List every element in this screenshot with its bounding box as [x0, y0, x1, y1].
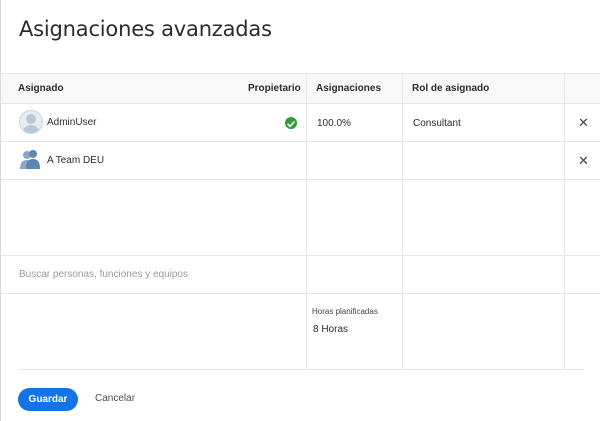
remove-assignee-close-icon[interactable]: ✕ — [578, 154, 589, 167]
column-header-allocations[interactable]: Asignaciones — [316, 83, 381, 94]
column-header-role[interactable]: Rol de asignado — [412, 83, 489, 94]
owner-check-icon — [285, 117, 297, 129]
search-input[interactable]: Buscar personas, funciones y equipos — [19, 269, 188, 280]
footer-divider — [19, 369, 584, 370]
column-header-assignee[interactable]: Asignado — [18, 83, 64, 94]
user-avatar-icon — [19, 110, 43, 134]
table-row[interactable]: AdminUser 100.0% Consultant ✕ — [1, 104, 600, 141]
role-value[interactable]: Consultant — [413, 118, 461, 129]
divider — [1, 179, 306, 180]
divider — [1, 293, 600, 294]
assignee-name: AdminUser — [47, 117, 97, 128]
allocation-value[interactable]: 100.0% — [317, 118, 351, 129]
remove-assignee-close-icon[interactable]: ✕ — [578, 116, 589, 129]
dialog-title: Asignaciones avanzadas — [19, 17, 272, 41]
planned-hours-label: Horas planificadas — [312, 307, 378, 316]
assignee-name: A Team DEU — [47, 155, 105, 166]
save-button[interactable]: Guardar — [18, 388, 78, 411]
team-avatar-icon — [20, 150, 40, 169]
divider — [306, 179, 600, 180]
cancel-button[interactable]: Cancelar — [95, 393, 135, 404]
column-header-owner[interactable]: Propietario — [248, 83, 301, 94]
table-row[interactable]: A Team DEU ✕ — [1, 142, 600, 179]
divider — [1, 255, 600, 256]
divider — [1, 73, 600, 74]
dialog-left-border — [0, 0, 1, 421]
planned-hours-value[interactable]: 8 Horas — [313, 324, 348, 335]
